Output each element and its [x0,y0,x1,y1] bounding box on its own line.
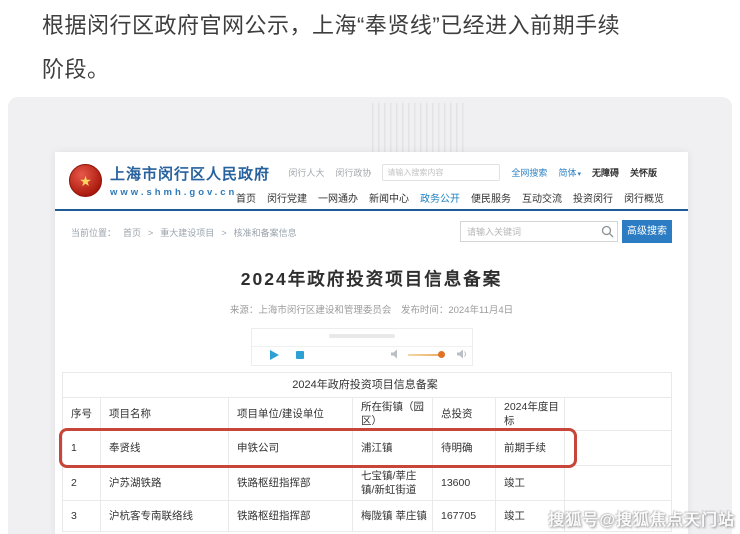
table-row: 1 奉贤线 申铁公司 浦江镇 待明确 前期手续 [63,431,672,466]
audio-player [251,328,473,366]
cell-investment: 167705 [433,501,496,532]
cell-investment: 待明确 [433,431,496,466]
keyword-input[interactable] [460,221,618,242]
decorative-stripes [372,103,466,159]
nav-item-bianminfuwu[interactable]: 便民服务 [471,190,511,205]
topbar-link-zhengxie[interactable]: 闵行政协 [335,166,371,179]
col-header-target: 2024年度目标 [496,398,565,431]
page-title: 2024年政府投资项目信息备案 [55,266,688,291]
volume-high-icon [457,349,468,359]
cell-name: 沪杭客专南联络线 [101,501,229,532]
col-header-investment: 总投资 [433,398,496,431]
watermark: 搜狐号@搜狐焦点天门站 [548,506,735,530]
cell-name: 奉贤线 [101,431,229,466]
player-caption [252,334,472,347]
national-emblem-icon: ★ [69,164,102,197]
lang-select[interactable]: 简体▾ [558,166,581,179]
play-icon[interactable] [270,350,279,360]
col-header-no: 序号 [63,398,101,431]
stop-icon[interactable] [296,351,304,359]
nav-item-minhanggailan[interactable]: 闵行概览 [624,190,664,205]
site-search-button[interactable]: 全网搜索 [511,166,547,179]
breadcrumb: 当前位置： 首页 > 重大建设项目 > 核准和备案信息 [71,226,297,239]
player-caption-text [329,334,395,338]
nav-item-home[interactable]: 首页 [236,190,256,205]
cell-unit: 铁路枢纽指挥部 [229,466,353,501]
nav-item-dangjian[interactable]: 闵行党建 [267,190,307,205]
breadcrumb-label: 当前位置： [71,226,116,239]
cell-no: 2 [63,466,101,501]
lang-label: 简体 [558,168,576,178]
col-header-name: 项目名称 [101,398,229,431]
nav-item-zhengwugongkai[interactable]: 政务公开 [420,190,460,205]
breadcrumb-projects[interactable]: 重大建设项目 [160,226,214,239]
main-nav: 首页 闵行党建 一网通办 新闻中心 政务公开 便民服务 互动交流 投资闵行 闵行… [236,190,664,205]
cell-name: 沪苏湖铁路 [101,466,229,501]
breadcrumb-filing-info[interactable]: 核准和备案信息 [234,226,297,239]
site-search-input[interactable] [382,164,500,181]
volume-knob[interactable] [438,351,445,358]
table-caption: 2024年政府投资项目信息备案 [63,373,672,398]
advanced-search-button[interactable]: 高级搜索 [622,220,672,243]
magnifier-icon [601,225,614,238]
cell-blank [565,466,672,501]
col-header-town: 所在街镇（园区） [353,398,433,431]
cell-town: 七宝镇/莘庄镇/新虹街道 [353,466,433,501]
col-header-blank [565,398,672,431]
gov-site-window: 闵行人大 闵行政协 全网搜索 简体▾ 无障碍 关怀版 ★ 上海市闵行区人民政府 … [55,152,688,534]
cell-no: 3 [63,501,101,532]
keyword-search: 高级搜索 [460,220,672,243]
nav-divider [55,209,688,211]
cell-investment: 13600 [433,466,496,501]
cell-town: 浦江镇 [353,431,433,466]
care-mode-link[interactable]: 关怀版 [630,166,657,179]
nav-item-hudongjiaoliu[interactable]: 互动交流 [522,190,562,205]
cell-blank [565,431,672,466]
cell-target: 竣工 [496,466,565,501]
chevron-down-icon: ▾ [577,171,581,178]
topbar-link-renda[interactable]: 闵行人大 [288,166,324,179]
breadcrumb-sep: > [221,228,226,238]
nav-item-touziminhang[interactable]: 投资闵行 [573,190,613,205]
col-header-unit: 项目单位/建设单位 [229,398,353,431]
article-caption: 根据闵行区政府官网公示，上海“奉贤线”已经进入前期手续阶段。 [42,4,634,92]
cell-unit: 铁路枢纽指挥部 [229,501,353,532]
cell-target: 前期手续 [496,431,565,466]
nav-item-news[interactable]: 新闻中心 [369,190,409,205]
volume-low-icon [391,349,400,359]
table-header-row: 序号 项目名称 项目单位/建设单位 所在街镇（园区） 总投资 2024年度目标 [63,398,672,431]
breadcrumb-home[interactable]: 首页 [123,226,141,239]
site-name: 上海市闵行区人民政府 [110,163,270,184]
cell-no: 1 [63,431,101,466]
screenshot-panel: 闵行人大 闵行政协 全网搜索 简体▾ 无障碍 关怀版 ★ 上海市闵行区人民政府 … [8,97,732,534]
accessibility-link[interactable]: 无障碍 [592,166,619,179]
nav-item-yiwangtongban[interactable]: 一网通办 [318,190,358,205]
cell-town: 梅陇镇 莘庄镇 [353,501,433,532]
star-icon: ★ [79,174,92,188]
table-row: 2 沪苏湖铁路 铁路枢纽指挥部 七宝镇/莘庄镇/新虹街道 13600 竣工 [63,466,672,501]
cell-unit: 申铁公司 [229,431,353,466]
breadcrumb-sep: > [148,228,153,238]
page: 根据闵行区政府官网公示，上海“奉贤线”已经进入前期手续阶段。 闵行人大 闵行政协… [0,0,740,534]
article-meta: 来源：上海市闵行区建设和管理委员会 发布时间：2024年11月4日 [55,302,688,316]
